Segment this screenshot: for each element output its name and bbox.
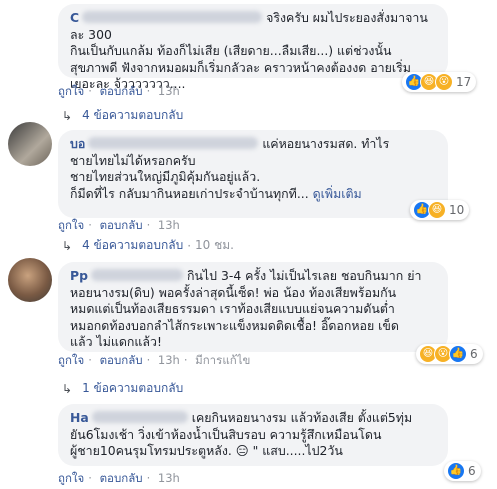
reaction-count: 10 — [449, 203, 465, 217]
view-replies[interactable]: ↳ 4 ข้อความตอบกลับ — [62, 106, 183, 125]
like-link[interactable]: ถูกใจ — [58, 471, 84, 485]
replies-time: 10 ชม. — [195, 238, 234, 252]
redacted-name — [82, 11, 263, 23]
redacted-name — [90, 269, 183, 281]
replies-count[interactable]: 4 ข้อความตอบกลับ — [82, 106, 183, 125]
comment-actions: ถูกใจ · ตอบกลับ · 13h · มีการแก้ไข — [58, 353, 251, 367]
reply-arrow-icon: ↳ — [62, 108, 73, 123]
view-replies[interactable]: ↳ 1 ข้อความตอบกลับ — [62, 379, 183, 398]
like-icon: 👍 — [447, 462, 465, 480]
like-link[interactable]: ถูกใจ — [58, 353, 84, 367]
comment-actions: ถูกใจ · ตอบกลับ · 13h — [58, 84, 180, 98]
reaction-summary[interactable]: 😆 😮 👍 6 — [416, 344, 483, 364]
view-replies[interactable]: ↳ 4 ข้อความตอบกลับ · 10 ชม. — [62, 236, 234, 255]
reply-link[interactable]: ตอบกลับ — [100, 471, 143, 485]
reply-arrow-icon: ↳ — [62, 238, 73, 253]
commenter-name[interactable]: Ha — [70, 410, 89, 425]
comment-actions: ถูกใจ · ตอบกลับ · 13h — [58, 471, 180, 485]
wow-icon: 😮 — [435, 73, 453, 91]
like-link[interactable]: ถูกใจ — [58, 218, 84, 232]
avatar[interactable] — [8, 258, 52, 302]
timestamp[interactable]: 13h — [158, 471, 180, 485]
commenter-name[interactable]: Pp — [70, 268, 88, 283]
reaction-summary[interactable]: 👍 😆 😮 17 — [402, 72, 477, 92]
commenter-name[interactable]: C — [70, 10, 79, 25]
timestamp[interactable]: 13h — [158, 218, 180, 232]
replies-count[interactable]: 4 ข้อความตอบกลับ — [82, 236, 183, 255]
comment-bubble: C จริงครับ ผมไประยองสั่งมาจานละ 300 กินเป… — [58, 4, 448, 91]
reaction-count: 6 — [468, 464, 476, 478]
timestamp[interactable]: 13h — [158, 353, 180, 367]
timestamp[interactable]: 13h — [158, 84, 180, 98]
reaction-count: 6 — [470, 347, 478, 361]
see-more-link[interactable]: ดูเพิ่มเติม — [313, 186, 362, 201]
comment-bubble: Pp กินไป 3-4 ครั้ง ไม่เป็นไรเลย ชอบกินมาก… — [58, 262, 448, 352]
commenter-name[interactable]: บอ — [70, 136, 85, 151]
avatar[interactable] — [8, 122, 52, 166]
haha-icon: 😆 — [428, 201, 446, 219]
like-link[interactable]: ถูกใจ — [58, 84, 84, 98]
comment-bubble: บอ แค่หอยนางรมสด. ทำไร ชายไทยไม่ได้หรอกคร… — [58, 130, 448, 218]
reaction-count: 17 — [456, 75, 472, 89]
reply-link[interactable]: ตอบกลับ — [100, 218, 143, 232]
reply-link[interactable]: ตอบกลับ — [100, 84, 143, 98]
comment-bubble: Ha เคยกินหอยนางรม แล้วท้องเสีย ตั้งแต่5ทุ… — [58, 404, 448, 466]
redacted-name — [88, 137, 259, 149]
reply-arrow-icon: ↳ — [62, 381, 73, 396]
reaction-summary[interactable]: 👍 😆 10 — [410, 200, 470, 220]
redacted-name — [91, 411, 188, 423]
comment-actions: ถูกใจ · ตอบกลับ · 13h — [58, 218, 180, 232]
reply-link[interactable]: ตอบกลับ — [100, 353, 143, 367]
reaction-summary[interactable]: 👍 6 — [444, 461, 481, 481]
replies-count[interactable]: 1 ข้อความตอบกลับ — [82, 379, 183, 398]
edited-label[interactable]: มีการแก้ไข — [195, 353, 250, 367]
like-icon: 👍 — [449, 345, 467, 363]
